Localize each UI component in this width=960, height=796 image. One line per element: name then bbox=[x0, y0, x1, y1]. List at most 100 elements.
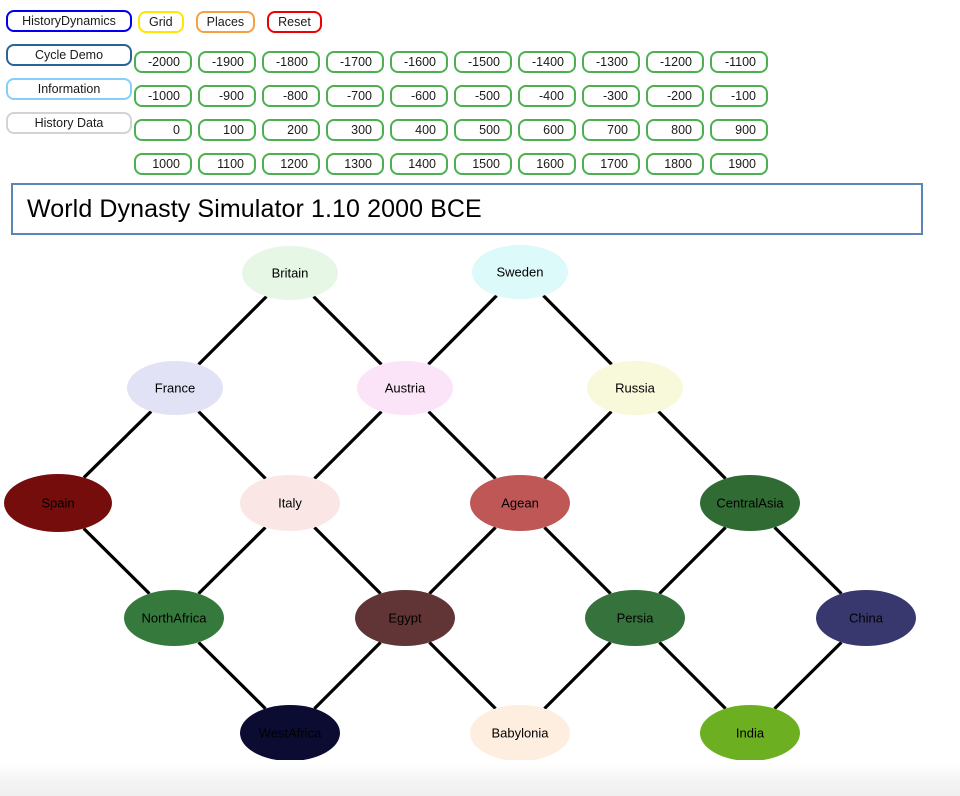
graph-node-india[interactable]: India bbox=[700, 705, 800, 760]
node-ellipse[interactable] bbox=[470, 705, 570, 760]
year-button--1900[interactable]: -1900 bbox=[198, 51, 256, 73]
graph-edge bbox=[543, 526, 612, 595]
node-ellipse[interactable] bbox=[240, 475, 340, 531]
year-button--1300[interactable]: -1300 bbox=[582, 51, 640, 73]
year-button-1900[interactable]: 1900 bbox=[710, 153, 768, 175]
graph-node-italy[interactable]: Italy bbox=[240, 475, 340, 531]
year-button-0[interactable]: 0 bbox=[134, 119, 192, 141]
year-button-1100[interactable]: 1100 bbox=[198, 153, 256, 175]
year-button-1600[interactable]: 1600 bbox=[518, 153, 576, 175]
action-button-places[interactable]: Places bbox=[195, 11, 256, 33]
graph-edge bbox=[313, 410, 383, 480]
side-button-cycle-demo[interactable]: Cycle Demo bbox=[6, 44, 132, 66]
node-ellipse[interactable] bbox=[472, 245, 568, 299]
year-button--1800[interactable]: -1800 bbox=[262, 51, 320, 73]
graph-edge bbox=[197, 295, 268, 366]
graph-node-agean[interactable]: Agean bbox=[470, 475, 570, 531]
year-button-1000[interactable]: 1000 bbox=[134, 153, 192, 175]
node-ellipse[interactable] bbox=[357, 361, 453, 415]
node-ellipse[interactable] bbox=[240, 705, 340, 760]
year-button--700[interactable]: -700 bbox=[326, 85, 384, 107]
node-layer: Britain Sweden France Austria Russia Spain Ita… bbox=[4, 245, 916, 760]
graph-node-babylonia[interactable]: Babylonia bbox=[470, 705, 570, 760]
graph-node-persia[interactable]: Persia bbox=[585, 590, 685, 646]
year-button-1800[interactable]: 1800 bbox=[646, 153, 704, 175]
side-button-stack: HistoryDynamics Cycle Demo Information Hist… bbox=[6, 10, 132, 134]
graph-edge bbox=[313, 641, 382, 710]
graph-edge bbox=[197, 641, 267, 710]
year-button--500[interactable]: -500 bbox=[454, 85, 512, 107]
graph-edge bbox=[542, 294, 613, 366]
page-title: World Dynasty Simulator 1.10 2000 BCE bbox=[27, 194, 482, 223]
year-button--1100[interactable]: -1100 bbox=[710, 51, 768, 73]
action-button-row: Grid Places Reset bbox=[138, 11, 322, 33]
year-button-200[interactable]: 200 bbox=[262, 119, 320, 141]
year-button--1500[interactable]: -1500 bbox=[454, 51, 512, 73]
toolbar: HistoryDynamics Cycle Demo Information Hist… bbox=[0, 0, 960, 176]
side-button-historydynamics[interactable]: HistoryDynamics bbox=[6, 10, 132, 32]
side-button-information[interactable]: Information bbox=[6, 78, 132, 100]
node-ellipse[interactable] bbox=[127, 361, 223, 415]
year-button--100[interactable]: -100 bbox=[710, 85, 768, 107]
graph-node-westafrica[interactable]: WestAfrica bbox=[240, 705, 340, 760]
year-button--1400[interactable]: -1400 bbox=[518, 51, 576, 73]
year-button-1200[interactable]: 1200 bbox=[262, 153, 320, 175]
year-button-800[interactable]: 800 bbox=[646, 119, 704, 141]
year-button-600[interactable]: 600 bbox=[518, 119, 576, 141]
year-button--1700[interactable]: -1700 bbox=[326, 51, 384, 73]
node-ellipse[interactable] bbox=[242, 246, 338, 300]
year-button-1700[interactable]: 1700 bbox=[582, 153, 640, 175]
year-button--1600[interactable]: -1600 bbox=[390, 51, 448, 73]
node-ellipse[interactable] bbox=[585, 590, 685, 646]
node-ellipse[interactable] bbox=[587, 361, 683, 415]
graph-node-spain[interactable]: Spain bbox=[4, 474, 112, 532]
year-button--900[interactable]: -900 bbox=[198, 85, 256, 107]
side-button-history-data[interactable]: History Data bbox=[6, 112, 132, 134]
graph-node-britain[interactable]: Britain bbox=[242, 246, 338, 300]
year-button-100[interactable]: 100 bbox=[198, 119, 256, 141]
year-button-1500[interactable]: 1500 bbox=[454, 153, 512, 175]
year-button-1400[interactable]: 1400 bbox=[390, 153, 448, 175]
graph-node-sweden[interactable]: Sweden bbox=[472, 245, 568, 299]
year-button--1000[interactable]: -1000 bbox=[134, 85, 192, 107]
graph-edge bbox=[312, 295, 383, 366]
year-button--200[interactable]: -200 bbox=[646, 85, 704, 107]
year-button--400[interactable]: -400 bbox=[518, 85, 576, 107]
graph-node-egypt[interactable]: Egypt bbox=[355, 590, 455, 646]
node-ellipse[interactable] bbox=[816, 590, 916, 646]
node-ellipse[interactable] bbox=[355, 590, 455, 646]
graph-edge bbox=[543, 641, 612, 710]
node-ellipse[interactable] bbox=[470, 475, 570, 531]
year-button-500[interactable]: 500 bbox=[454, 119, 512, 141]
year-button-300[interactable]: 300 bbox=[326, 119, 384, 141]
graph-node-china[interactable]: China bbox=[816, 590, 916, 646]
year-button-1300[interactable]: 1300 bbox=[326, 153, 384, 175]
node-ellipse[interactable] bbox=[700, 705, 800, 760]
graph-node-russia[interactable]: Russia bbox=[587, 361, 683, 415]
year-button--1200[interactable]: -1200 bbox=[646, 51, 704, 73]
graph-node-france[interactable]: France bbox=[127, 361, 223, 415]
bottom-status-band bbox=[0, 762, 960, 796]
year-button--300[interactable]: -300 bbox=[582, 85, 640, 107]
year-button-400[interactable]: 400 bbox=[390, 119, 448, 141]
action-button-grid[interactable]: Grid bbox=[138, 11, 184, 33]
year-button--800[interactable]: -800 bbox=[262, 85, 320, 107]
graph-edge bbox=[82, 410, 153, 479]
year-button--600[interactable]: -600 bbox=[390, 85, 448, 107]
node-ellipse[interactable] bbox=[4, 474, 112, 532]
graph-edge bbox=[773, 641, 843, 710]
year-button-grid: -2000 -1900 -1800 -1700 -1600 -1500 -1400 -1300… bbox=[134, 45, 774, 181]
title-bar: World Dynasty Simulator 1.10 2000 BCE bbox=[11, 183, 923, 235]
graph-edge bbox=[773, 526, 843, 595]
graph-node-austria[interactable]: Austria bbox=[357, 361, 453, 415]
action-button-reset[interactable]: Reset bbox=[267, 11, 322, 33]
year-button-900[interactable]: 900 bbox=[710, 119, 768, 141]
graph-node-centralasia[interactable]: CentralAsia bbox=[700, 475, 800, 531]
graph-node-northafrica[interactable]: NorthAfrica bbox=[124, 590, 224, 646]
graph-edge bbox=[427, 294, 498, 366]
node-ellipse[interactable] bbox=[124, 590, 224, 646]
graph-edge bbox=[82, 527, 151, 595]
year-button--2000[interactable]: -2000 bbox=[134, 51, 192, 73]
node-ellipse[interactable] bbox=[700, 475, 800, 531]
year-button-700[interactable]: 700 bbox=[582, 119, 640, 141]
